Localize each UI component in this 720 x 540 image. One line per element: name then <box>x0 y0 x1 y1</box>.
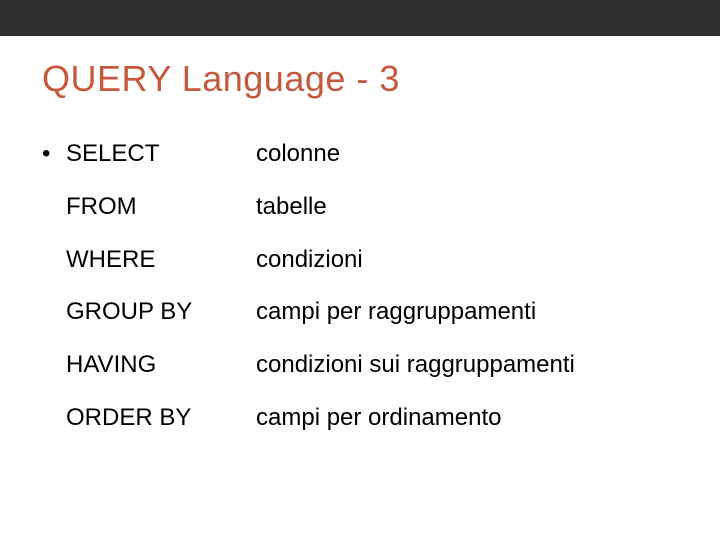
bullet-icon <box>42 193 66 222</box>
bullet-icon <box>42 351 66 380</box>
sql-description: campi per ordinamento <box>256 404 678 433</box>
bullet-icon <box>42 246 66 275</box>
sql-description: colonne <box>256 140 678 169</box>
list-item: ORDER BY campi per ordinamento <box>42 404 678 433</box>
slide: QUERY Language - 3 • SELECT colonne FROM… <box>0 0 720 540</box>
bullet-icon <box>42 298 66 327</box>
content-area: • SELECT colonne FROM tabelle WHERE cond… <box>42 140 678 457</box>
sql-keyword: SELECT <box>66 140 256 169</box>
sql-keyword: WHERE <box>66 246 256 275</box>
sql-description: condizioni <box>256 246 678 275</box>
top-bar <box>0 0 720 36</box>
list-item: GROUP BY campi per raggruppamenti <box>42 298 678 327</box>
bullet-icon: • <box>42 140 66 169</box>
sql-keyword: FROM <box>66 193 256 222</box>
list-item: FROM tabelle <box>42 193 678 222</box>
sql-description: tabelle <box>256 193 678 222</box>
list-item: WHERE condizioni <box>42 246 678 275</box>
list-item: • SELECT colonne <box>42 140 678 169</box>
sql-keyword: HAVING <box>66 351 256 380</box>
bullet-icon <box>42 404 66 433</box>
list-item: HAVING condizioni sui raggruppamenti <box>42 351 678 380</box>
slide-title: QUERY Language - 3 <box>42 58 400 100</box>
sql-description: condizioni sui raggruppamenti <box>256 351 678 380</box>
sql-keyword: GROUP BY <box>66 298 256 327</box>
sql-description: campi per raggruppamenti <box>256 298 678 327</box>
sql-keyword: ORDER BY <box>66 404 256 433</box>
